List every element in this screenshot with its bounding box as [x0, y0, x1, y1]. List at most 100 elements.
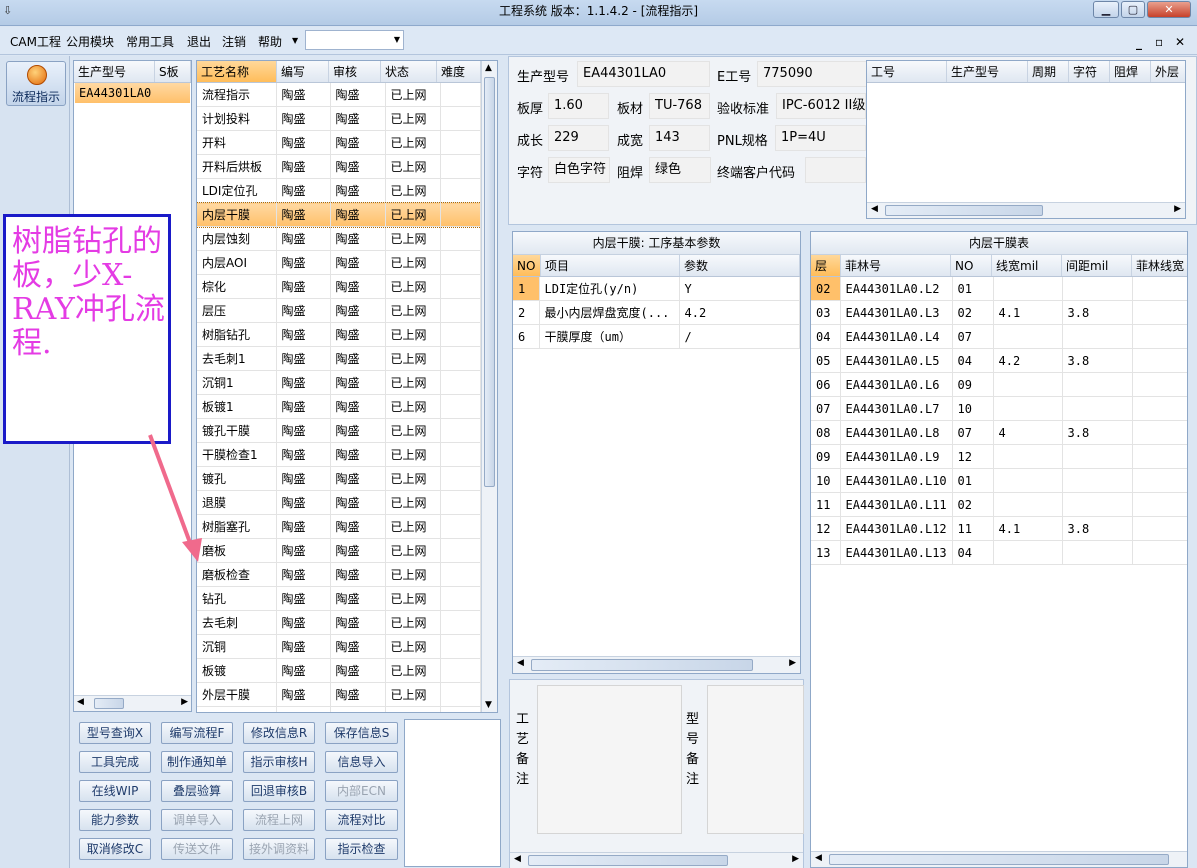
film-hscroll[interactable]: ◀: [811, 851, 1187, 867]
menu-help[interactable]: 帮助: [258, 33, 282, 50]
col-header-spacing[interactable]: 间距mil: [1061, 255, 1132, 277]
scroll-thumb[interactable]: [528, 855, 728, 866]
action-button[interactable]: 制作通知单: [161, 751, 233, 773]
process-row[interactable]: 干膜检查1 陶盛 陶盛 已上网: [197, 442, 481, 467]
process-row[interactable]: 内层AOI 陶盛 陶盛 已上网: [197, 250, 481, 275]
scroll-left-icon[interactable]: ◀: [815, 853, 822, 863]
col-header-no[interactable]: NO: [513, 255, 541, 277]
model-list-row[interactable]: EA44301LA0: [75, 83, 190, 103]
thickness-field[interactable]: 1.60: [548, 93, 609, 119]
action-button[interactable]: 编写流程F: [161, 722, 233, 744]
chevron-down-icon[interactable]: ▼: [394, 35, 400, 44]
process-row[interactable]: 去毛刺1 陶盛 陶盛 已上网: [197, 346, 481, 371]
menu-exit[interactable]: 退出: [187, 33, 211, 50]
model-note-field[interactable]: [707, 685, 804, 834]
process-row[interactable]: 树脂塞孔 陶盛 陶盛 已上网: [197, 514, 481, 539]
col-header-reviewer[interactable]: 审核: [328, 61, 381, 83]
length-field[interactable]: 229: [548, 125, 609, 151]
film-row[interactable]: 11 EA44301LA0.L11 02: [811, 492, 1187, 517]
scroll-left-icon[interactable]: ◀: [77, 697, 84, 707]
film-row[interactable]: 03 EA44301LA0.L3 02 4.1 3.8: [811, 300, 1187, 325]
process-row[interactable]: 镀孔干膜 陶盛 陶盛 已上网: [197, 418, 481, 443]
model-list-hscroll[interactable]: ◀ ▶: [74, 695, 191, 711]
process-row[interactable]: 层压 陶盛 陶盛 已上网: [197, 298, 481, 323]
col-header-item[interactable]: 项目: [540, 255, 680, 277]
char-field[interactable]: 白色字符: [548, 157, 610, 183]
action-button[interactable]: 传送文件: [161, 838, 233, 860]
col-header-char[interactable]: 字符: [1068, 61, 1110, 83]
scroll-left-icon[interactable]: ◀: [871, 204, 878, 214]
action-button[interactable]: 指示审核H: [243, 751, 315, 773]
scroll-thumb[interactable]: [94, 698, 124, 709]
film-row[interactable]: 08 EA44301LA0.L8 07 4 3.8: [811, 420, 1187, 445]
action-button[interactable]: 在线WIP: [79, 780, 151, 802]
mask-field[interactable]: 绿色: [649, 157, 711, 183]
process-row[interactable]: 外层干膜 陶盛 陶盛 已上网: [197, 682, 481, 707]
scroll-left-icon[interactable]: ◀: [517, 658, 524, 668]
mdi-close-button[interactable]: ✕: [1175, 35, 1185, 49]
col-header-difficulty[interactable]: 难度: [436, 61, 481, 83]
action-button[interactable]: 取消修改C: [79, 838, 151, 860]
process-row[interactable]: 板镀1 陶盛 陶盛 已上网: [197, 394, 481, 419]
process-row[interactable]: 沉铜1 陶盛 陶盛 已上网: [197, 370, 481, 395]
notes-hscroll[interactable]: ◀ ▶: [510, 852, 803, 868]
col-header-process[interactable]: 工艺名称: [197, 61, 277, 83]
mdi-restore-button[interactable]: ▫: [1155, 35, 1163, 49]
action-button[interactable]: 工具完成: [79, 751, 151, 773]
menu-common-module[interactable]: 公用模块: [66, 33, 114, 50]
chevron-down-icon[interactable]: ▼: [292, 36, 298, 45]
film-row[interactable]: 05 EA44301LA0.L5 04 4.2 3.8: [811, 348, 1187, 373]
col-header-line-width[interactable]: 线宽mil: [991, 255, 1062, 277]
col-header-model[interactable]: 生产型号: [946, 61, 1028, 83]
film-row[interactable]: 09 EA44301LA0.L9 12: [811, 444, 1187, 469]
process-row[interactable]: 去毛刺 陶盛 陶盛 已上网: [197, 610, 481, 635]
process-row[interactable]: 钻孔 陶盛 陶盛 已上网: [197, 586, 481, 611]
menu-combo[interactable]: ▼: [305, 30, 404, 50]
process-row[interactable]: 干膜检查陶盛陶盛已上网: [197, 706, 481, 712]
col-header-status[interactable]: 状态: [380, 61, 437, 83]
param-row[interactable]: 6 干膜厚度（um） /: [513, 324, 800, 349]
scroll-right-icon[interactable]: ▶: [1174, 204, 1181, 214]
col-header-author[interactable]: 编写: [276, 61, 329, 83]
action-button[interactable]: 修改信息R: [243, 722, 315, 744]
process-row[interactable]: 板镀 陶盛 陶盛 已上网: [197, 658, 481, 683]
process-row[interactable]: 流程指示 陶盛 陶盛 已上网: [197, 83, 481, 107]
scroll-right-icon[interactable]: ▶: [789, 658, 796, 668]
scroll-thumb[interactable]: [885, 205, 1043, 216]
customer-field[interactable]: [805, 157, 866, 183]
process-row[interactable]: 磨板 陶盛 陶盛 已上网: [197, 538, 481, 563]
width-field[interactable]: 143: [649, 125, 710, 151]
maximize-button[interactable]: ▢: [1121, 1, 1145, 18]
col-header-model[interactable]: 生产型号: [74, 61, 155, 83]
col-header-film-line-width[interactable]: 菲林线宽: [1131, 255, 1187, 277]
col-header-no[interactable]: NO: [950, 255, 992, 277]
right-top-hscroll[interactable]: ◀ ▶: [867, 202, 1185, 218]
col-header-param[interactable]: 参数: [679, 255, 800, 277]
action-button[interactable]: 内部ECN: [325, 780, 398, 802]
process-row[interactable]: 开料后烘板 陶盛 陶盛 已上网: [197, 154, 481, 179]
film-row[interactable]: 10 EA44301LA0.L10 01: [811, 468, 1187, 493]
menu-cam[interactable]: CAM工程: [10, 33, 61, 50]
menu-tools[interactable]: 常用工具: [126, 33, 174, 50]
col-header-mask[interactable]: 阻焊: [1109, 61, 1151, 83]
col-header-outer[interactable]: 外层: [1150, 61, 1185, 83]
scroll-right-icon[interactable]: ▶: [181, 697, 188, 707]
film-row[interactable]: 13 EA44301LA0.L13 04: [811, 540, 1187, 565]
action-button[interactable]: 调单导入: [161, 809, 233, 831]
material-field[interactable]: TU-768: [649, 93, 710, 119]
col-header-layer[interactable]: 层: [811, 255, 841, 277]
process-row[interactable]: 开料 陶盛 陶盛 已上网: [197, 130, 481, 155]
close-button[interactable]: ✕: [1147, 1, 1191, 18]
action-button[interactable]: 流程对比: [325, 809, 398, 831]
film-row[interactable]: 06 EA44301LA0.L6 09: [811, 372, 1187, 397]
action-button[interactable]: 保存信息S: [325, 722, 398, 744]
process-row[interactable]: 树脂钻孔 陶盛 陶盛 已上网: [197, 322, 481, 347]
prod-model-field[interactable]: EA44301LA0: [577, 61, 710, 87]
process-row[interactable]: 内层蚀刻 陶盛 陶盛 已上网: [197, 226, 481, 251]
process-row[interactable]: 沉铜 陶盛 陶盛 已上网: [197, 634, 481, 659]
minimize-button[interactable]: ▁: [1093, 1, 1119, 18]
scroll-left-icon[interactable]: ◀: [514, 854, 521, 864]
process-row[interactable]: 磨板检查 陶盛 陶盛 已上网: [197, 562, 481, 587]
col-header-s-board[interactable]: S板: [154, 61, 191, 83]
menu-logout[interactable]: 注销: [222, 33, 246, 50]
